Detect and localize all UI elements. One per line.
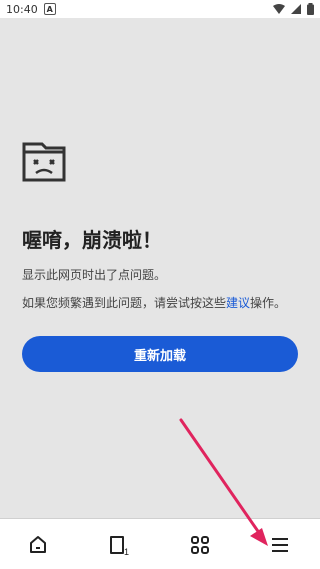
tabs-button[interactable]: 1: [101, 527, 137, 563]
apps-grid-icon: [191, 536, 209, 554]
bottom-navigation: 1: [0, 518, 320, 569]
signal-icon: [291, 4, 301, 14]
error-suggestion: 如果您频繁遇到此问题，请尝试按这些建议操作。: [22, 294, 286, 311]
menu-button[interactable]: [262, 527, 298, 563]
tabs-icon: 1: [110, 536, 129, 556]
menu-icon: [272, 538, 288, 552]
suggestion-suffix: 操作。: [250, 296, 287, 310]
status-time: 10:40: [6, 2, 38, 16]
home-icon: [30, 536, 46, 553]
home-button[interactable]: [20, 527, 56, 563]
status-bar: 10:40 A: [0, 0, 320, 18]
tab-count: 1: [124, 547, 129, 556]
error-description: 显示此网页时出了点问题。: [22, 268, 167, 282]
reload-button[interactable]: 重新加载: [22, 336, 298, 372]
wifi-icon: [273, 4, 285, 14]
status-icons: [273, 3, 314, 15]
sad-page-icon: [22, 142, 66, 182]
suggestions-link[interactable]: 建议: [226, 296, 250, 310]
suggestion-prefix: 如果您频繁遇到此问题，请尝试按这些: [22, 296, 227, 310]
battery-icon: [307, 3, 314, 15]
error-title: 喔唷，崩溃啦！: [22, 228, 162, 252]
notification-icon: A: [43, 3, 56, 15]
apps-button[interactable]: [182, 527, 218, 563]
